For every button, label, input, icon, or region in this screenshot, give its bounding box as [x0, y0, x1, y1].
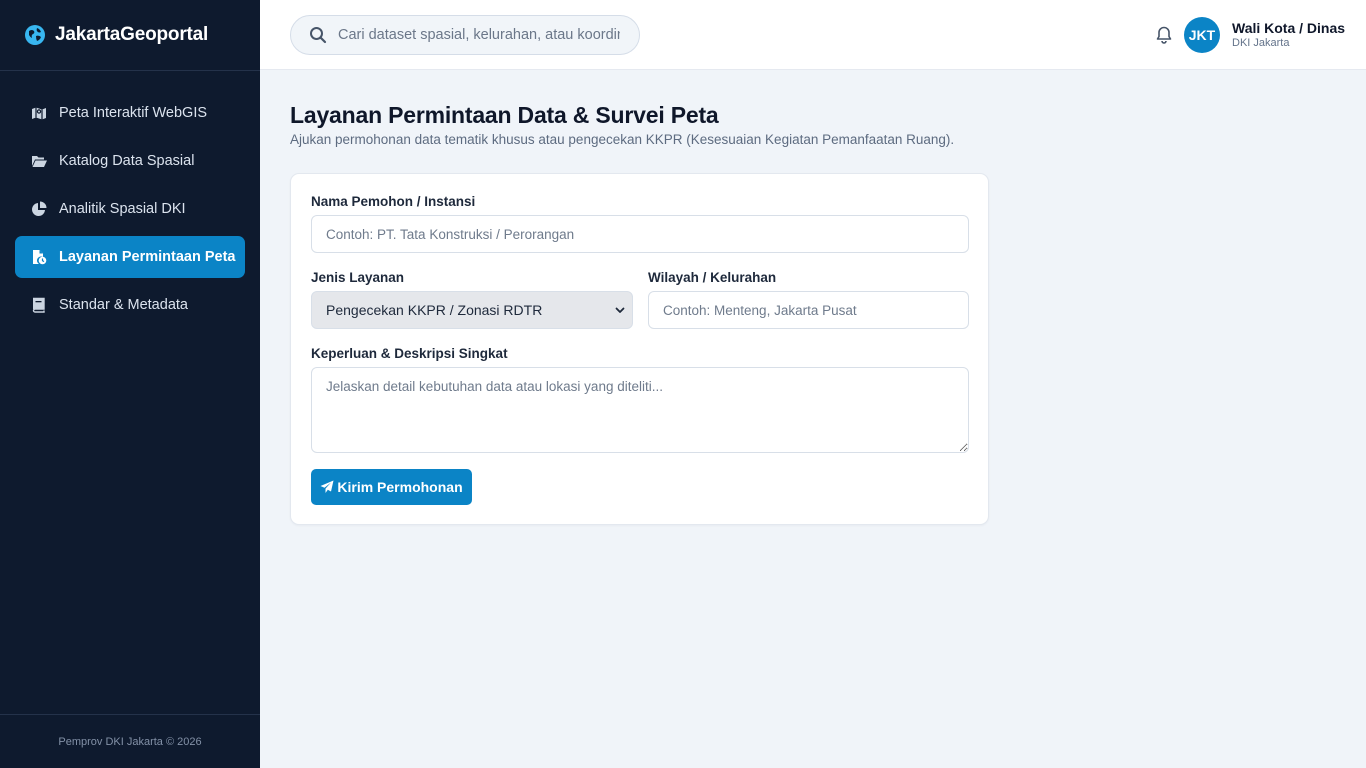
book-icon	[30, 297, 47, 314]
pie-chart-icon	[30, 201, 47, 218]
submit-label: Kirim Permohonan	[337, 479, 463, 495]
region-label: Wilayah / Kelurahan	[648, 270, 777, 285]
brand[interactable]: JakartaGeoportal	[0, 0, 260, 71]
sidebar-item-layanan-permintaan[interactable]: Layanan Permintaan Peta	[15, 236, 245, 278]
search-input[interactable]	[338, 27, 620, 43]
service-type-selected: Pengecekan KKPR / Zonasi RDTR	[326, 302, 543, 318]
purpose-label: Keperluan & Deskripsi Singkat	[311, 346, 508, 361]
applicant-input[interactable]	[311, 215, 969, 253]
sidebar-item-peta-interaktif[interactable]: Peta Interaktif WebGIS	[15, 92, 245, 134]
avatar[interactable]: JKT	[1184, 17, 1220, 53]
sidebar-item-analitik-spasial[interactable]: Analitik Spasial DKI	[15, 188, 245, 230]
page-subtitle: Ajukan permohonan data tematik khusus at…	[290, 132, 955, 147]
top-header: JKT Wali Kota / Dinas DKI Jakarta	[260, 0, 1366, 70]
sidebar-footer: Pemprov DKI Jakarta © 2026	[0, 714, 260, 768]
chevron-down-icon	[614, 304, 626, 316]
paper-plane-icon	[320, 480, 334, 494]
applicant-label: Nama Pemohon / Instansi	[311, 194, 476, 209]
sidebar: JakartaGeoportal Peta Interaktif WebGIS …	[0, 0, 260, 768]
sidebar-item-katalog-data[interactable]: Katalog Data Spasial	[15, 140, 245, 182]
request-form-card: Nama Pemohon / Instansi Jenis Layanan Pe…	[290, 173, 989, 525]
file-clock-icon	[30, 249, 47, 266]
globe-icon	[24, 24, 46, 46]
user-org: DKI Jakarta	[1232, 37, 1290, 49]
sidebar-item-standar-metadata[interactable]: Standar & Metadata	[15, 284, 245, 326]
purpose-textarea[interactable]	[311, 367, 969, 453]
bell-icon[interactable]	[1154, 25, 1174, 45]
submit-request-button[interactable]: Kirim Permohonan	[311, 469, 472, 505]
page-title: Layanan Permintaan Data & Survei Peta	[290, 102, 719, 128]
sidebar-nav: Peta Interaktif WebGIS Katalog Data Spas…	[0, 71, 260, 326]
service-type-select[interactable]: Pengecekan KKPR / Zonasi RDTR	[311, 291, 633, 329]
brand-name: JakartaGeoportal	[55, 24, 209, 45]
service-type-label: Jenis Layanan	[311, 270, 405, 285]
user-info[interactable]: Wali Kota / Dinas DKI Jakarta	[1232, 20, 1345, 49]
search-bar[interactable]	[290, 15, 640, 55]
region-input[interactable]	[648, 291, 969, 329]
user-name: Wali Kota / Dinas	[1232, 20, 1346, 36]
search-icon	[309, 26, 327, 44]
map-icon	[30, 105, 47, 122]
folder-open-icon	[30, 153, 47, 170]
